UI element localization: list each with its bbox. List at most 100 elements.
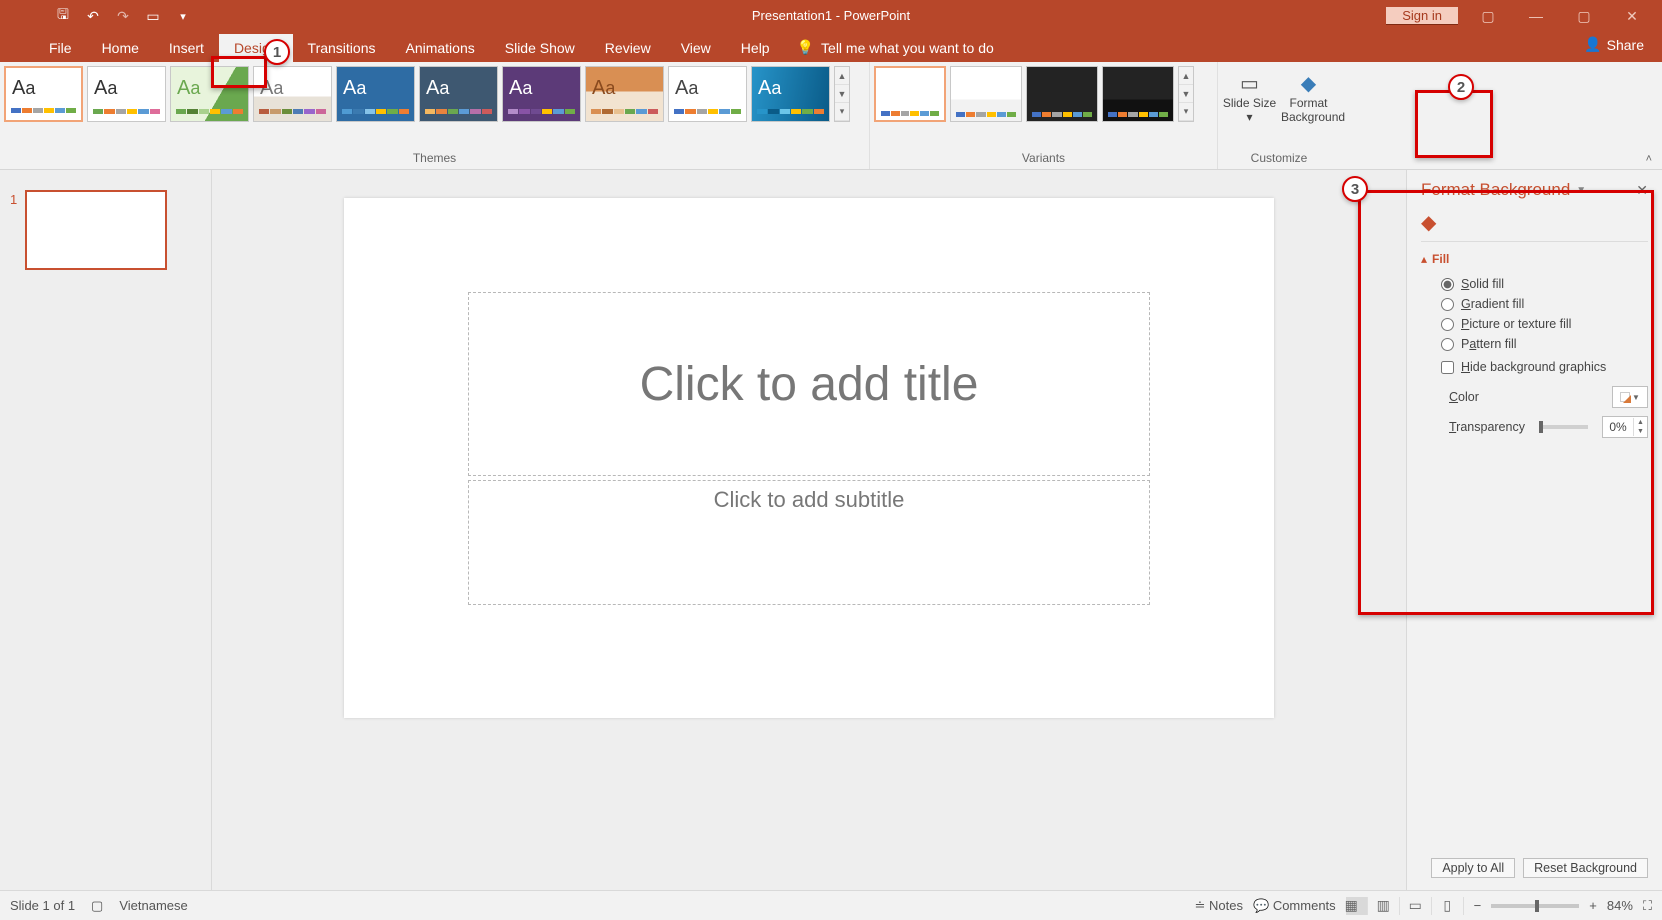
- qat-more-icon[interactable]: ▾: [175, 8, 191, 24]
- collapse-ribbon-icon[interactable]: ˄: [1646, 153, 1652, 165]
- ribbon-display-options-icon[interactable]: ▢: [1470, 8, 1506, 25]
- zoom-level[interactable]: 84%: [1607, 898, 1633, 913]
- divider: [1421, 241, 1648, 242]
- tab-animations[interactable]: Animations: [390, 34, 489, 62]
- color-label-rest: olor: [1458, 390, 1479, 404]
- share-button[interactable]: 👤 Share: [1584, 36, 1644, 53]
- slide-thumbnail-1[interactable]: [25, 190, 167, 270]
- callout-2: 2: [1448, 74, 1474, 100]
- share-icon: 👤: [1584, 36, 1601, 53]
- fit-to-window-icon[interactable]: ⛶: [1643, 898, 1652, 914]
- fill-category-icon[interactable]: ◆: [1421, 210, 1648, 235]
- slide-size-label: Slide Size ▾: [1222, 96, 1277, 125]
- checkbox-hide-bg[interactable]: Hide background graphics: [1421, 354, 1648, 380]
- slide-thumbnails-panel: 1: [0, 170, 212, 890]
- title-right: Sign in ▢ — ▢ ✕: [1386, 0, 1662, 32]
- theme-item[interactable]: Aa: [336, 66, 415, 122]
- comments-button[interactable]: 💬 Comments: [1253, 898, 1336, 914]
- start-from-beginning-icon[interactable]: ▭: [145, 8, 161, 24]
- slide-size-button[interactable]: ▭ Slide Size ▾: [1222, 66, 1277, 125]
- quick-access-toolbar: 🖫 ↶ ↷ ▭ ▾: [0, 8, 201, 24]
- zoom-out-icon[interactable]: −: [1474, 898, 1482, 913]
- thumbnail-number: 1: [10, 190, 17, 270]
- tab-view[interactable]: View: [666, 34, 726, 62]
- transparency-slider[interactable]: [1539, 425, 1588, 429]
- language-indicator[interactable]: Vietnamese: [119, 898, 187, 913]
- format-background-button[interactable]: ◆ Format Background: [1281, 66, 1336, 125]
- maximize-icon[interactable]: ▢: [1566, 8, 1602, 25]
- close-icon[interactable]: ✕: [1614, 8, 1650, 25]
- pane-title-dropdown-icon[interactable]: ▼: [1576, 185, 1586, 196]
- reset-background-button[interactable]: Reset Background: [1523, 858, 1648, 878]
- tab-help[interactable]: Help: [726, 34, 785, 62]
- variant-item[interactable]: [874, 66, 946, 122]
- tell-me-search[interactable]: 💡 Tell me what you want to do: [785, 33, 1006, 62]
- solid-label-rest: olid fill: [1469, 277, 1504, 291]
- color-picker-button[interactable]: ▼: [1612, 386, 1648, 408]
- apply-to-all-button[interactable]: Apply to All: [1431, 858, 1515, 878]
- transparency-value-input[interactable]: 0%▲▼: [1602, 416, 1648, 438]
- themes-scroll[interactable]: ▲▼▾: [834, 66, 850, 122]
- variant-item[interactable]: [1102, 66, 1174, 122]
- notes-button[interactable]: ≐ Notes: [1195, 898, 1243, 914]
- theme-item[interactable]: Aa: [87, 66, 166, 122]
- theme-item[interactable]: Aa: [253, 66, 332, 122]
- theme-item[interactable]: Aa: [668, 66, 747, 122]
- save-icon[interactable]: 🖫: [55, 8, 71, 24]
- theme-item[interactable]: Aa: [585, 66, 664, 122]
- format-bg-label: Format Background: [1281, 96, 1336, 125]
- theme-item[interactable]: Aa: [170, 66, 249, 122]
- spellcheck-icon[interactable]: ▢: [91, 898, 103, 914]
- hide-label-rest: ide background graphics: [1470, 360, 1606, 374]
- normal-view-icon[interactable]: ▦: [1346, 897, 1368, 915]
- tab-transitions[interactable]: Transitions: [293, 34, 391, 62]
- transparency-label: Transparency: [1449, 420, 1525, 434]
- slide-canvas[interactable]: Click to add title Click to add subtitle: [344, 198, 1274, 718]
- theme-item[interactable]: Aa: [419, 66, 498, 122]
- slide-sorter-icon[interactable]: ▥: [1378, 897, 1400, 915]
- lightbulb-icon: 💡: [797, 39, 814, 56]
- slide-size-icon: ▭: [1222, 72, 1277, 96]
- trans-value-text: 0%: [1603, 420, 1633, 434]
- tab-slideshow[interactable]: Slide Show: [490, 34, 590, 62]
- tab-review[interactable]: Review: [590, 34, 666, 62]
- reading-view-icon[interactable]: ▭: [1410, 897, 1432, 915]
- theme-item[interactable]: Aa: [502, 66, 581, 122]
- signin-button[interactable]: Sign in: [1386, 7, 1458, 25]
- color-label: Color: [1449, 390, 1479, 404]
- format-bg-icon: ◆: [1281, 72, 1336, 96]
- callout-3: 3: [1342, 176, 1368, 202]
- pane-title-text: Format Background: [1421, 180, 1570, 200]
- variants-scroll[interactable]: ▲▼▾: [1178, 66, 1194, 122]
- fill-section-label: Fill: [1432, 252, 1449, 266]
- themes-group-label: Themes: [4, 151, 865, 167]
- zoom-slider[interactable]: [1491, 904, 1579, 908]
- redo-icon[interactable]: ↷: [115, 8, 131, 24]
- title-bar: 🖫 ↶ ↷ ▭ ▾ Presentation1 - PowerPoint Sig…: [0, 0, 1662, 32]
- ribbon-tabs: File Home Insert Design Transitions Anim…: [0, 32, 1662, 62]
- theme-office[interactable]: Aa: [4, 66, 83, 122]
- tab-file[interactable]: File: [34, 34, 87, 62]
- radio-picture-fill[interactable]: Picture or texture fill: [1421, 314, 1648, 334]
- theme-item[interactable]: Aa: [751, 66, 830, 122]
- trans-label-rest: ransparency: [1456, 420, 1525, 434]
- title-placeholder[interactable]: Click to add title: [468, 292, 1150, 476]
- pane-close-icon[interactable]: ✕: [1636, 182, 1648, 199]
- tab-home[interactable]: Home: [87, 34, 154, 62]
- radio-solid-fill[interactable]: Solid fill: [1421, 274, 1648, 294]
- radio-pattern-fill[interactable]: Pattern fill: [1421, 334, 1648, 354]
- fill-section-header[interactable]: ▴Fill: [1421, 252, 1648, 266]
- slide-indicator[interactable]: Slide 1 of 1: [10, 898, 75, 913]
- variant-item[interactable]: [1026, 66, 1098, 122]
- zoom-in-icon[interactable]: +: [1589, 898, 1597, 913]
- subtitle-placeholder[interactable]: Click to add subtitle: [468, 480, 1150, 605]
- tab-insert[interactable]: Insert: [154, 34, 219, 62]
- group-variants: ▲▼▾ Variants: [870, 62, 1218, 169]
- slideshow-view-icon[interactable]: ▯: [1442, 897, 1464, 915]
- picture-label-rest: icture or texture fill: [1469, 317, 1571, 331]
- format-background-pane: Format Background ▼ ✕ ◆ ▴Fill Solid fill…: [1406, 170, 1662, 890]
- radio-gradient-fill[interactable]: Gradient fill: [1421, 294, 1648, 314]
- variant-item[interactable]: [950, 66, 1022, 122]
- undo-icon[interactable]: ↶: [85, 8, 101, 24]
- minimize-icon[interactable]: —: [1518, 8, 1554, 24]
